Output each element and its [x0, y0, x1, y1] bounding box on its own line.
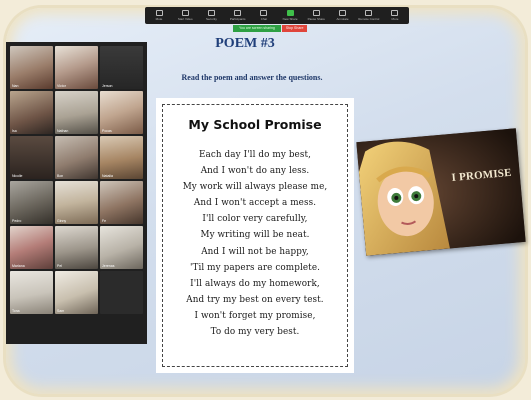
poem-line: And I will not be happy,	[201, 246, 309, 257]
participant-name: Sam	[57, 309, 65, 313]
participant-tile[interactable]: Fe	[100, 181, 143, 224]
participant-name: Nathan	[57, 129, 69, 133]
poem-line: To do my very best.	[210, 327, 300, 338]
participant-tile[interactable]: Nan	[10, 46, 53, 89]
more-label: More	[391, 17, 399, 21]
poem-line: My writing will be neat.	[200, 230, 310, 241]
participant-tile[interactable]: Pocas	[100, 91, 143, 134]
participant-tile[interactable]: Pel	[55, 226, 98, 269]
remote-control-button[interactable]: Remote Control	[358, 10, 380, 21]
participant-tile[interactable]: Bon	[55, 136, 98, 179]
participant-name: Pedro	[12, 219, 22, 223]
poem-line: I'll always do my homework,	[190, 278, 320, 289]
participant-tile[interactable]: Victor	[55, 46, 98, 89]
participant-tile[interactable]: Tona	[10, 271, 53, 314]
more-icon	[391, 10, 399, 16]
participant-name: Ginny	[57, 219, 67, 223]
participant-gallery[interactable]: Nan Victor Jerson Isa Nathan Pocas Nicol…	[6, 42, 147, 344]
participant-tile[interactable]	[100, 271, 143, 314]
participant-name: Nan	[12, 84, 19, 88]
page-title: POEM #3	[215, 36, 275, 51]
participant-name: Pel	[57, 264, 63, 268]
participant-name: Bon	[57, 174, 64, 178]
poem-border: My School Promise Each day I'll do my be…	[162, 104, 348, 367]
poem-line: My work will always please me,	[182, 182, 328, 193]
participant-name: Jerson	[102, 84, 113, 88]
remote-control-label: Remote Control	[358, 17, 380, 21]
poem-line: And I won't accept a mess.	[193, 198, 317, 209]
participant-tile[interactable]: Pedro	[10, 181, 53, 224]
participant-tile[interactable]: Jerenas	[100, 226, 143, 269]
participant-name: Jerenas	[102, 264, 115, 268]
more-button[interactable]: More	[385, 10, 405, 21]
participant-name: Mariana	[12, 264, 25, 268]
poem-card: My School Promise Each day I'll do my be…	[156, 98, 354, 373]
participant-name: Victor	[57, 84, 66, 88]
participant-tile[interactable]: Jerson	[100, 46, 143, 89]
participant-name: Tona	[12, 309, 20, 313]
poem-body: Each day I'll do my best, And I won't do…	[163, 147, 347, 340]
participant-tile[interactable]: Mariana	[10, 226, 53, 269]
poem-line: And I won't do any less.	[200, 166, 310, 177]
participant-name: Fe	[102, 219, 107, 223]
participant-tile[interactable]: Nathan	[55, 91, 98, 134]
promise-image: I PROMISE	[356, 128, 526, 256]
poem-line: I'll color very carefully,	[202, 214, 308, 225]
participant-tile[interactable]: Isa	[10, 91, 53, 134]
poem-line: And try my best on every test.	[186, 294, 324, 305]
participant-tile[interactable]: Sam	[55, 271, 98, 314]
participant-name: Isa	[12, 129, 17, 133]
remote-icon	[365, 10, 373, 16]
participant-tile[interactable]: Ginny	[55, 181, 98, 224]
character-illustration	[356, 128, 526, 256]
participant-name: Pocas	[102, 129, 112, 133]
instruction-text: Read the poem and answer the questions.	[181, 73, 323, 82]
pencil-icon	[339, 10, 347, 16]
participant-name: Natalia	[102, 174, 113, 178]
participant-tile[interactable]: Nicolle	[10, 136, 53, 179]
poem-line: 'Til my papers are complete.	[189, 262, 321, 273]
poem-line: I won't forget my promise,	[194, 310, 316, 321]
slide-header: POEM #3	[150, 0, 340, 60]
participant-name: Nicolle	[12, 174, 23, 178]
poem-title: My School Promise	[188, 117, 322, 132]
poem-line: Each day I'll do my best,	[198, 150, 312, 160]
participant-tile[interactable]: Natalia	[100, 136, 143, 179]
